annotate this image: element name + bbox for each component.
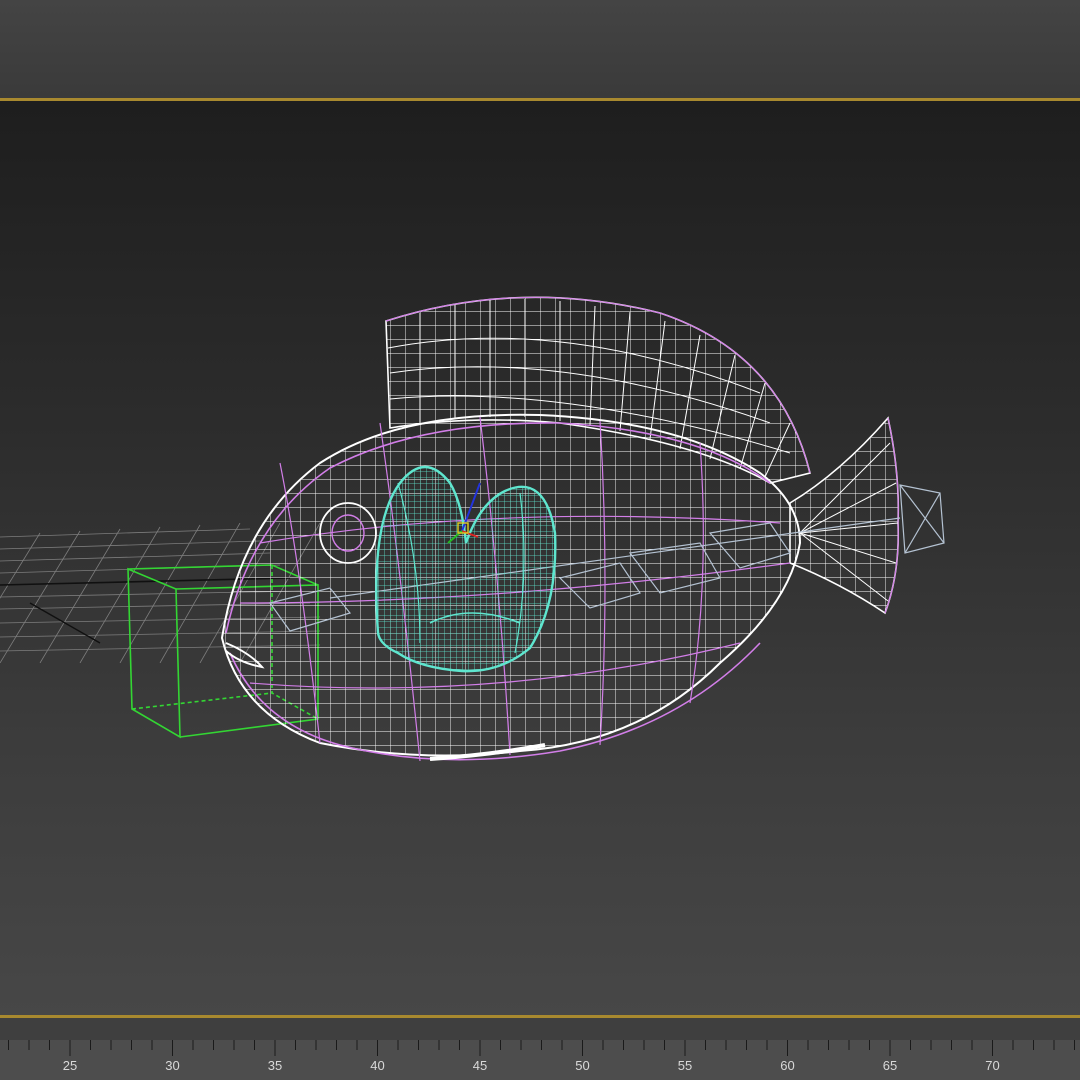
perspective-viewport[interactable] [0, 98, 1080, 1018]
ruler-tick-label: 30 [165, 1058, 180, 1073]
ruler-tick-label: 70 [985, 1058, 1000, 1073]
viewport-scene [0, 296, 945, 762]
ruler-tick-label: 35 [267, 1058, 283, 1073]
ruler-tick-label: 50 [575, 1058, 590, 1073]
tail-fin[interactable] [789, 416, 900, 615]
ruler-tick-label: 25 [62, 1058, 78, 1073]
viewport-toolbar [0, 0, 1080, 98]
ruler-tick-label: 65 [882, 1058, 898, 1073]
time-ruler[interactable]: 25 30 35 40 45 50 55 60 65 70 [0, 1040, 1080, 1080]
ruler-tick-label: 60 [780, 1058, 795, 1073]
ruler-tick-label: 45 [472, 1058, 488, 1073]
ruler-tick-label: 40 [370, 1058, 385, 1073]
ruler-tick-label: 55 [677, 1058, 693, 1073]
time-ruler-ticks [8, 1040, 1075, 1056]
timeline[interactable]: 25 30 35 40 45 50 55 60 65 70 [0, 1018, 1080, 1080]
